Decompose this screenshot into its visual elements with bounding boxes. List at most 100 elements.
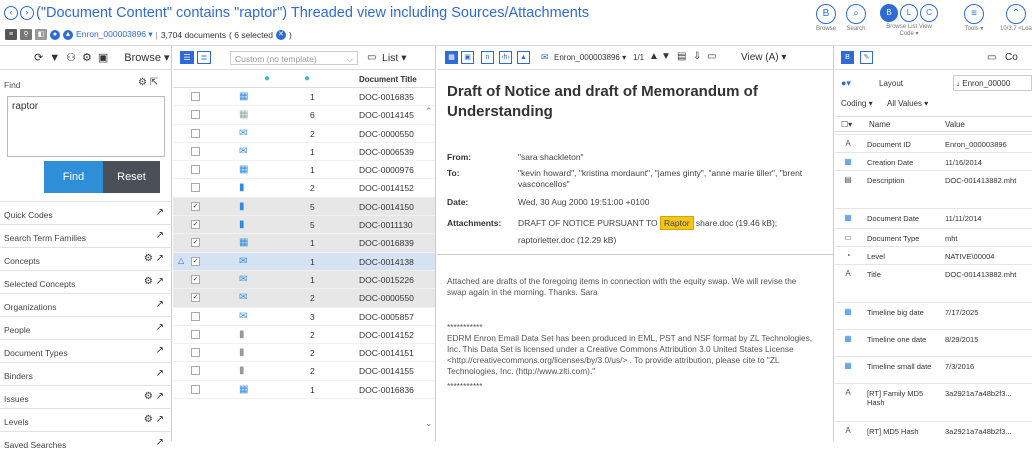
upload-button[interactable]: ⌃ 10/3.7 <Loa	[1000, 4, 1032, 33]
table-row[interactable]: ✓ ▦ 1 DOC-0016839	[173, 234, 435, 253]
browse-section[interactable]: Organizations ↗	[0, 293, 172, 316]
browse-section[interactable]: Quick Codes ↗	[0, 201, 172, 224]
html-icon[interactable]: ‹h›	[499, 51, 512, 64]
field-value[interactable]: 11/11/2014	[945, 214, 1025, 223]
expand-icon[interactable]: ⚙ ↗	[144, 391, 164, 402]
scroll-up-icon[interactable]: ⌃	[425, 106, 433, 117]
table-row[interactable]: ✓ ▮ 5 DOC-0011130	[173, 216, 435, 235]
document-title-cell[interactable]: DOC-0016835	[359, 92, 414, 102]
field-value[interactable]: Enron_000003896	[945, 140, 1025, 149]
row-checkbox[interactable]: ✓	[191, 220, 200, 230]
forward-icon[interactable]: ›	[20, 6, 34, 20]
browse-button[interactable]: B Browse	[816, 4, 836, 33]
coding-row[interactable]: ▦ Document Date 11/11/2014	[835, 208, 1032, 228]
row-checkbox[interactable]	[191, 348, 200, 358]
coding-row[interactable]: ▤ Description DOC-001413882.mht	[835, 170, 1032, 208]
print-icon[interactable]: ▤	[677, 51, 686, 62]
grid-icon[interactable]: ≡	[5, 29, 17, 40]
page-view-icon[interactable]: ▣	[461, 51, 474, 64]
menu-button[interactable]: ≡ Tools ▾	[964, 4, 984, 33]
expand-icon[interactable]: ↗	[156, 322, 164, 333]
table-row[interactable]: ▦ 1 DOC-0016836	[173, 381, 435, 400]
workspace-dropdown[interactable]: Enron_000003896 ▾	[76, 29, 153, 40]
pin-icon[interactable]: ⇱	[150, 77, 158, 88]
field-value[interactable]: DOC-001413882.mht	[945, 176, 1025, 185]
doc-id-dropdown[interactable]: Enron_000003896 ▾	[554, 53, 626, 62]
coding-row[interactable]: ▦ Timeline big date 7/17/2025	[835, 302, 1032, 329]
browse-section[interactable]: Document Types ↗	[0, 339, 172, 362]
field-value[interactable]: DOC-001413882.mht	[945, 270, 1025, 279]
table-row[interactable]: ✉ 2 DOC-0000550	[173, 125, 435, 143]
find-settings-icon[interactable]: ⚙	[138, 77, 147, 88]
document-title-cell[interactable]: DOC-0011130	[359, 220, 413, 230]
prev-page-icon[interactable]: ▲	[649, 51, 659, 62]
document-title-cell[interactable]: DOC-0014152	[359, 330, 414, 340]
row-checkbox[interactable]	[191, 366, 200, 376]
coding-edit-icon[interactable]: ✎	[860, 51, 873, 64]
scroll-down-icon[interactable]: ⌄	[425, 418, 433, 429]
download-icon[interactable]: ⇩	[693, 51, 701, 62]
expand-icon[interactable]: ↗	[156, 230, 164, 241]
browse-dropdown[interactable]: Browse ▾	[124, 51, 169, 64]
coding-form-icon[interactable]: B	[841, 51, 854, 64]
settings-icon[interactable]: ⚙	[82, 51, 92, 64]
field-value[interactable]: 3a2921a7a48b2f3...	[945, 427, 1025, 436]
field-value[interactable]: 7/17/2025	[945, 308, 1025, 317]
document-title-cell[interactable]: DOC-0014152	[359, 183, 414, 193]
list-view-dropdown[interactable]: List ▾	[382, 52, 407, 64]
coding-row[interactable]: ▦ Creation Date 11/16/2014	[835, 152, 1032, 170]
document-title-cell[interactable]: DOC-0006539	[359, 147, 414, 157]
document-title-cell[interactable]: DOC-0016839	[359, 238, 414, 248]
clear-selection-icon[interactable]: ✕	[275, 29, 286, 40]
browse-list-view-code-button[interactable]: B L C Browse List View Code ▾	[880, 4, 938, 38]
coding-dropdown[interactable]: Coding ▾	[841, 99, 873, 108]
expand-icon[interactable]: ⚙ ↗	[144, 276, 164, 287]
document-title-cell[interactable]: DOC-0014145	[359, 110, 414, 120]
expand-icon[interactable]: ⚙ ↗	[144, 414, 164, 425]
coding-row[interactable]: A Document ID Enron_000003896	[835, 134, 1032, 152]
reset-button[interactable]: Reset	[103, 161, 160, 193]
coding-row[interactable]: ▦ Timeline one date 8/29/2015	[835, 329, 1032, 356]
expand-icon[interactable]: ⚙ ↗	[144, 253, 164, 264]
row-checkbox[interactable]	[191, 146, 200, 156]
select-all-icon[interactable]: ☐▾	[841, 120, 852, 129]
thumbnail-icon[interactable]: ▦	[445, 51, 458, 64]
coding-row[interactable]: ▦ Timeline small date 7/3/2016	[835, 356, 1032, 383]
funnel-icon[interactable]: ▼	[49, 52, 60, 64]
next-page-icon[interactable]: ▼	[661, 51, 671, 62]
table-row[interactable]: ✓ ▮ 5 DOC-0014150	[173, 197, 435, 217]
compact-view-icon[interactable]: ≣	[197, 51, 211, 64]
row-checkbox[interactable]	[191, 128, 200, 138]
table-row[interactable]: ▦ 1 DOC-0000976	[173, 161, 435, 180]
row-checkbox[interactable]: ✓	[191, 274, 200, 284]
document-title-cell[interactable]: DOC-0015226	[359, 275, 414, 285]
refresh-icon[interactable]: ⟳	[34, 51, 43, 64]
field-value[interactable]: 7/3/2016	[945, 362, 1025, 371]
table-row[interactable]: △ ✓ ✉ 1 DOC-0014138	[173, 252, 435, 271]
row-checkbox[interactable]: ✓	[191, 293, 200, 303]
browse-section[interactable]: People ↗	[0, 316, 172, 339]
row-checkbox[interactable]: ✓	[191, 238, 200, 248]
find-button[interactable]: Find	[44, 161, 103, 193]
row-checkbox[interactable]	[191, 92, 200, 101]
expand-icon[interactable]: ↗	[156, 437, 164, 448]
row-checkbox[interactable]: ✓	[191, 256, 200, 266]
table-row[interactable]: ▮ 2 DOC-0014152	[173, 179, 435, 198]
coding-row[interactable]: ▭ Document Type mht	[835, 228, 1032, 246]
layout-icon[interactable]: ▣	[98, 51, 108, 64]
row-checkbox[interactable]	[191, 311, 200, 321]
table-row[interactable]: ✓ ✉ 2 DOC-0000550	[173, 289, 435, 308]
table-row[interactable]: ▮ 2 DOC-0014155	[173, 362, 435, 381]
expand-icon[interactable]: ↗	[156, 299, 164, 310]
col-name[interactable]: Name	[869, 120, 890, 129]
values-dropdown[interactable]: All Values ▾	[887, 99, 928, 108]
document-title-cell[interactable]: DOC-0014138	[359, 257, 414, 267]
coding-doc-select[interactable]: ↓ Enron_00000	[953, 75, 1032, 91]
coding-row[interactable]: A [RT] MD5 Hash 3a2921a7a48b2f3...	[835, 421, 1032, 439]
field-value[interactable]: 3a2921a7a48b2f3...	[945, 389, 1025, 398]
find-textarea[interactable]: raptor	[7, 96, 165, 157]
col-document-title[interactable]: Document Title	[359, 75, 417, 84]
field-value[interactable]: 11/16/2014	[945, 158, 1025, 167]
table-row[interactable]: ▮ 2 DOC-0014152	[173, 326, 435, 345]
document-title-cell[interactable]: DOC-0005857	[359, 312, 414, 322]
